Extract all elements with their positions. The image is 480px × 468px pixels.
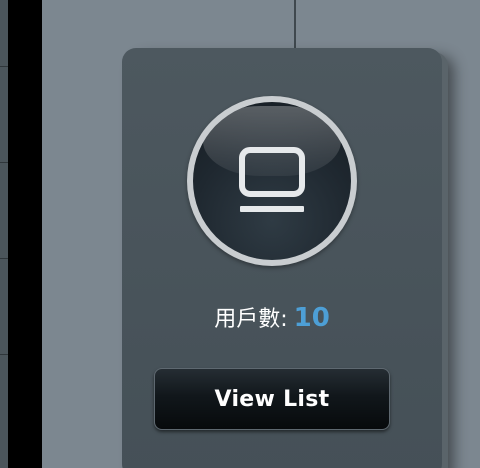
network-map-page: 用戶數: 10 View List (0, 0, 480, 468)
clients-icon-button[interactable] (187, 96, 357, 266)
client-count-label: 用戶數: (214, 307, 288, 332)
sidebar-divider (0, 162, 8, 163)
view-list-label: View List (214, 386, 330, 412)
sidebar-divider (0, 258, 8, 259)
sidebar-edge (0, 0, 8, 468)
sidebar-divider (0, 354, 8, 355)
sidebar-divider (0, 66, 8, 67)
view-list-button[interactable]: View List (154, 368, 390, 430)
divider-strip (8, 0, 42, 468)
client-count-value: 10 (293, 303, 330, 333)
network-connector-line (294, 0, 296, 48)
clients-icon-disc (193, 102, 351, 260)
monitor-icon (239, 147, 305, 212)
client-count: 用戶數: 10 (122, 300, 422, 338)
